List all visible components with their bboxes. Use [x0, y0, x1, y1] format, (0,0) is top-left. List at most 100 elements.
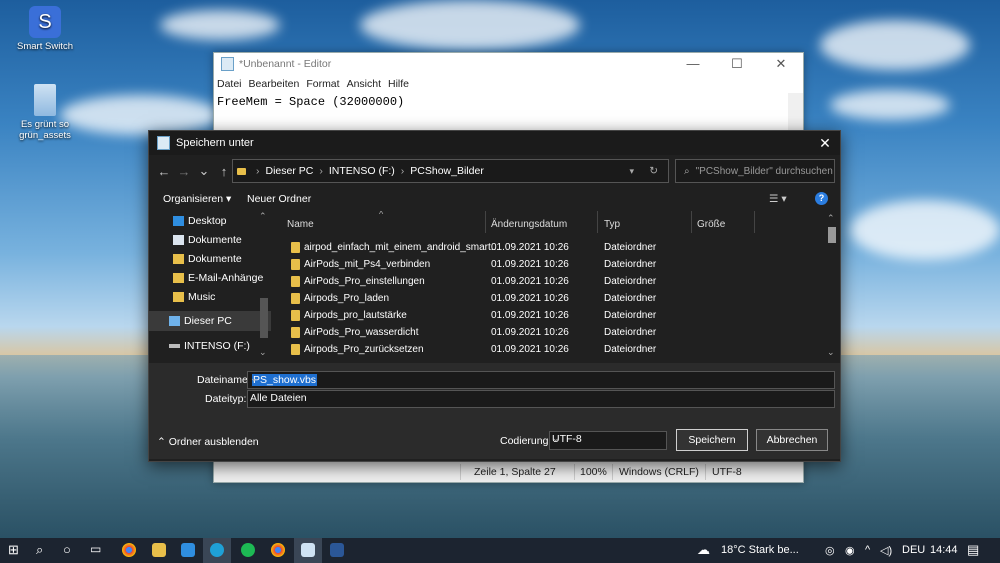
- chevron-down-icon[interactable]: ▾: [629, 166, 634, 177]
- filename-input[interactable]: PS_show.vbs ⌄: [247, 371, 835, 389]
- minimize-button[interactable]: —: [671, 56, 715, 72]
- desktop-icon-smart-switch[interactable]: S Smart Switch: [10, 6, 80, 52]
- chevron-down-icon[interactable]: ⌄: [250, 392, 831, 403]
- table-row[interactable]: Airpods_pro_lautstärke 01.09.2021 10:26 …: [279, 309, 819, 326]
- forward-arrow-icon[interactable]: →: [175, 164, 193, 179]
- address-bar[interactable]: › Dieser PC › INTENSO (F:) › PCShow_Bild…: [232, 159, 669, 183]
- spotify-icon[interactable]: [241, 543, 255, 557]
- chevron-down-icon[interactable]: ⌄: [552, 433, 663, 444]
- windows-start-icon[interactable]: ⊞: [8, 542, 19, 558]
- chrome-icon[interactable]: [122, 543, 136, 557]
- table-row[interactable]: Airpods_Pro_laden 01.09.2021 10:26 Datei…: [279, 292, 819, 309]
- computer-icon: [169, 316, 180, 326]
- back-arrow-icon[interactable]: ←: [155, 164, 173, 179]
- sidebar-scrollbar[interactable]: ⌃ ⌄: [259, 211, 269, 361]
- chrome-icon[interactable]: [271, 543, 285, 557]
- menu-datei[interactable]: Datei: [217, 78, 242, 90]
- cortana-icon[interactable]: ○: [63, 542, 71, 557]
- clock[interactable]: 14:44: [930, 544, 958, 556]
- file-list-scrollbar[interactable]: ⌃ ⌄: [826, 213, 838, 358]
- desktop-icon-label: Es grünt so grün_assets: [19, 119, 71, 141]
- up-arrow-icon[interactable]: ↑: [215, 164, 233, 179]
- table-row[interactable]: Airpods_Pro_zurücksetzen 01.09.2021 10:2…: [279, 343, 819, 360]
- history-chevron-icon[interactable]: ⌄: [195, 163, 213, 179]
- table-row[interactable]: AirPods_mit_Ps4_verbinden 01.09.2021 10:…: [279, 258, 819, 275]
- chevron-up-icon: ⌃: [157, 436, 166, 448]
- folder-icon: [173, 292, 184, 302]
- word-icon[interactable]: [330, 543, 344, 557]
- sidebar-item-desktop[interactable]: Desktop: [173, 215, 227, 227]
- column-header-name[interactable]: Name: [287, 219, 314, 230]
- scroll-down-icon[interactable]: ⌄: [827, 347, 835, 358]
- weather-text[interactable]: 18°C Stark be...: [721, 544, 799, 556]
- menu-bearbeiten[interactable]: Bearbeiten: [249, 78, 300, 90]
- sidebar-item-music[interactable]: Music: [173, 291, 215, 303]
- menu-hilfe[interactable]: Hilfe: [388, 78, 409, 90]
- dialog-close-button[interactable]: ✕: [810, 135, 840, 152]
- breadcrumb-folder[interactable]: PCShow_Bilder: [410, 165, 484, 177]
- speaker-icon[interactable]: ◁): [880, 544, 892, 557]
- table-row[interactable]: airpod_einfach_mit_einem_android_smart..…: [279, 241, 819, 258]
- breadcrumb-this-pc[interactable]: Dieser PC: [266, 165, 314, 177]
- chevron-down-icon[interactable]: ⌄: [250, 373, 831, 384]
- view-options-icon[interactable]: ☰ ▾: [769, 193, 787, 205]
- column-header-date[interactable]: Änderungsdatum: [491, 219, 567, 230]
- status-line-ending: Windows (CRLF): [619, 466, 699, 478]
- save-button[interactable]: Speichern: [676, 429, 748, 451]
- scroll-up-icon[interactable]: ⌃: [827, 213, 835, 224]
- scroll-up-icon[interactable]: ⌃: [259, 211, 267, 222]
- close-button[interactable]: ✕: [759, 56, 803, 72]
- language-indicator[interactable]: DEU: [902, 544, 925, 556]
- task-view-icon[interactable]: ▭: [90, 542, 101, 556]
- save-as-dialog: Speichern unter ✕ ← → ⌄ ↑ › Dieser PC › …: [148, 130, 841, 462]
- table-row[interactable]: AirPods_Pro_wasserdicht 01.09.2021 10:26…: [279, 326, 819, 343]
- maximize-button[interactable]: ☐: [715, 56, 759, 72]
- encoding-select[interactable]: UTF-8 ⌄: [549, 431, 667, 450]
- file-explorer-icon[interactable]: [152, 543, 166, 557]
- desktop-icon-zip-folder[interactable]: Es grünt so grün_assets: [10, 84, 80, 141]
- breadcrumb-drive[interactable]: INTENSO (F:): [329, 165, 395, 177]
- folder-icon: [173, 273, 184, 283]
- edge-icon[interactable]: [210, 543, 224, 557]
- notepad-menubar: Datei Bearbeiten Format Ansicht Hilfe: [214, 75, 803, 93]
- folder-icon: [291, 242, 300, 253]
- people-icon[interactable]: ◎: [825, 544, 835, 557]
- new-folder-button[interactable]: Neuer Ordner: [247, 193, 311, 205]
- column-header-size[interactable]: Größe: [697, 219, 725, 230]
- organize-button[interactable]: Organisieren ▾: [163, 193, 231, 205]
- column-header-type[interactable]: Typ: [604, 219, 620, 230]
- sidebar-item-label: Dokumente: [188, 253, 242, 265]
- sidebar-item-this-pc[interactable]: Dieser PC: [169, 315, 232, 327]
- refresh-icon[interactable]: ↻: [649, 165, 658, 177]
- show-hidden-icons-icon[interactable]: ^: [865, 544, 870, 556]
- sidebar-item-email-attachments[interactable]: E-Mail-Anhänge: [173, 272, 263, 284]
- search-icon: ⌕: [684, 165, 690, 177]
- notification-center-icon[interactable]: ▤: [967, 542, 979, 558]
- mail-icon[interactable]: [181, 543, 195, 557]
- sidebar-item-documents[interactable]: Dokumente: [173, 234, 242, 246]
- sidebar-item-label: Music: [188, 291, 216, 303]
- filetype-select[interactable]: Alle Dateien ⌄: [247, 390, 835, 408]
- folder-icon: [291, 276, 300, 287]
- file-name: AirPods_Pro_einstellungen: [304, 276, 425, 287]
- search-input[interactable]: ⌕ "PCShow_Bilder" durchsuchen: [675, 159, 835, 183]
- help-icon[interactable]: ?: [815, 192, 828, 205]
- file-date: 01.09.2021 10:26: [491, 259, 569, 270]
- menu-format[interactable]: Format: [306, 78, 339, 90]
- dialog-toolbar: Organisieren ▾ Neuer Ordner ☰ ▾ ?: [149, 189, 840, 211]
- scroll-down-icon[interactable]: ⌄: [259, 347, 267, 358]
- scroll-thumb[interactable]: [260, 298, 268, 338]
- table-row[interactable]: AirPods_Pro_einstellungen 01.09.2021 10:…: [279, 275, 819, 292]
- menu-ansicht[interactable]: Ansicht: [347, 78, 381, 90]
- sidebar-item-documents-folder[interactable]: Dokumente: [173, 253, 242, 265]
- hide-folders-toggle[interactable]: ⌃ Ordner ausblenden: [157, 436, 259, 448]
- sidebar-item-drive[interactable]: INTENSO (F:): [169, 340, 250, 352]
- filetype-label: Dateityp:: [205, 393, 247, 405]
- antivirus-icon[interactable]: ◉: [845, 544, 855, 557]
- cancel-button[interactable]: Abbrechen: [756, 429, 828, 451]
- notepad-text-area[interactable]: FreeMem = Space (32000000): [214, 93, 803, 111]
- search-icon[interactable]: ⌕: [36, 542, 43, 558]
- sidebar-item-label: INTENSO (F:): [184, 340, 250, 352]
- notepad-icon[interactable]: [301, 543, 315, 557]
- scroll-thumb[interactable]: [828, 227, 836, 243]
